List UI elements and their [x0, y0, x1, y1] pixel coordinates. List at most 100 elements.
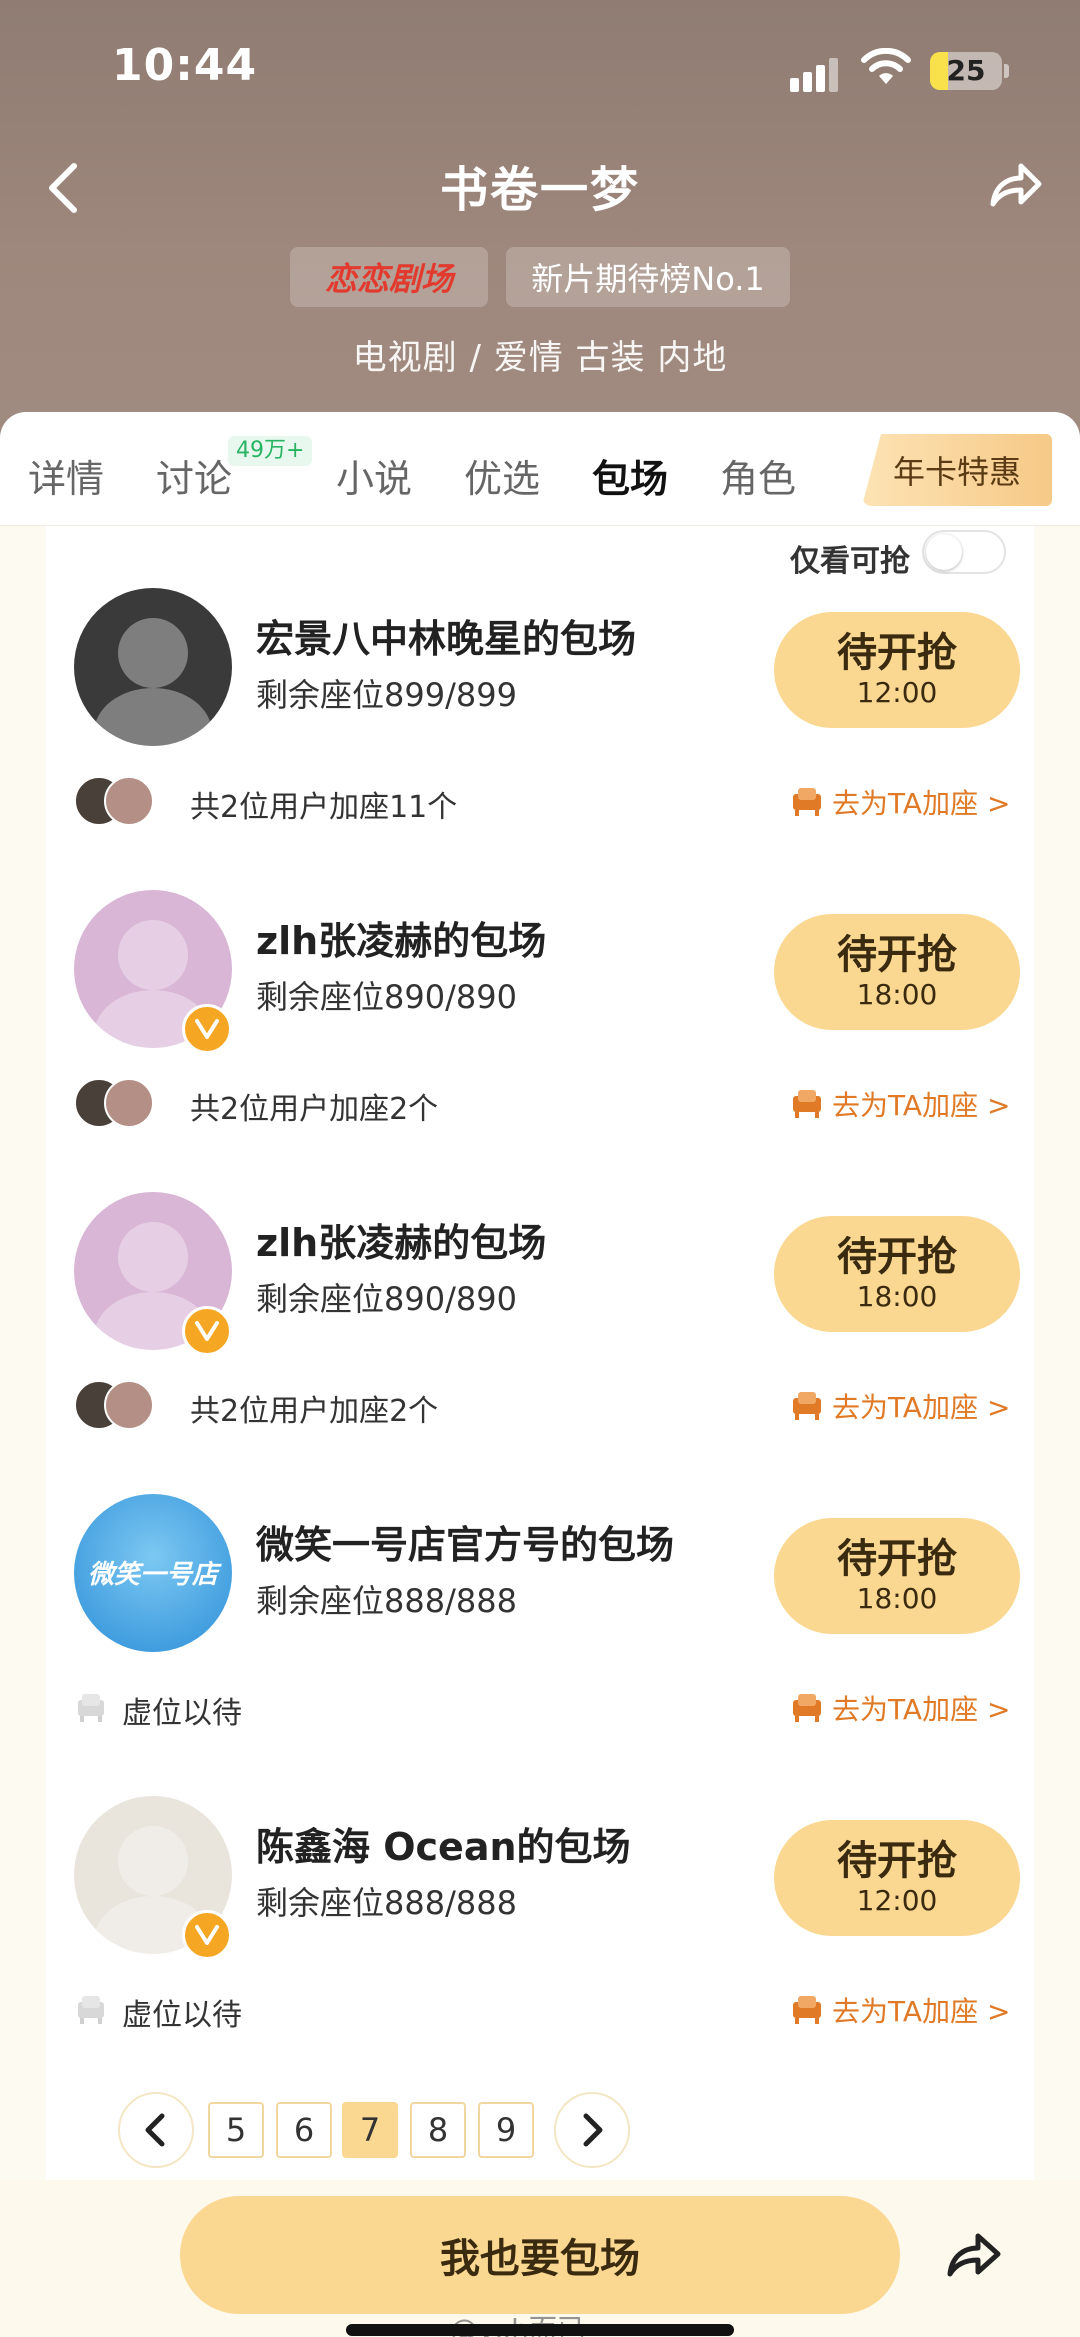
add-seat-link[interactable]: 去为TA加座 > — [832, 782, 1010, 822]
tab-private-screening[interactable]: 包场 — [592, 448, 668, 503]
signal-icon — [790, 56, 840, 92]
vacant-text: 虚位以待 — [122, 1998, 242, 2033]
mini-avatar — [104, 1078, 154, 1128]
seat-icon — [793, 1392, 821, 1420]
avatar-figure — [118, 920, 188, 990]
add-seat-link[interactable]: 去为TA加座 > — [832, 1688, 1010, 1728]
page-7[interactable]: 7 — [342, 2102, 398, 2158]
page-5[interactable]: 5 — [208, 2102, 264, 2158]
battery-tip — [1004, 64, 1009, 78]
avatar-figure — [118, 618, 188, 688]
home-indicator — [346, 2324, 734, 2336]
joined-user-avatars — [74, 1380, 154, 1432]
avatar-figure-body — [94, 688, 212, 746]
share-icon-bottom[interactable] — [944, 2228, 1004, 2282]
prev-page-button[interactable] — [118, 2092, 194, 2168]
vacant-text: 虚位以待 — [122, 1696, 242, 1731]
remaining-seats: 剩余座位888/888 — [256, 1582, 517, 1620]
grab-seat-button[interactable]: 待开抢 12:00 — [774, 612, 1020, 728]
user-avatar[interactable] — [74, 588, 232, 746]
avatar-figure — [118, 1826, 188, 1896]
battery-level: 25 — [946, 54, 986, 87]
grab-status: 待开抢 — [837, 1838, 957, 1884]
pagination: 5 6 7 8 9 — [46, 2090, 1034, 2170]
remaining-seats: 剩余座位888/888 — [256, 1884, 517, 1922]
grab-time: 18:00 — [856, 1280, 938, 1313]
grab-seat-button[interactable]: 待开抢 18:00 — [774, 914, 1020, 1030]
page-6[interactable]: 6 — [276, 2102, 332, 2158]
wifi-icon — [861, 48, 911, 84]
grab-seat-button[interactable]: 待开抢 12:00 — [774, 1820, 1020, 1936]
page-9[interactable]: 9 — [478, 2102, 534, 2158]
screening-name[interactable]: zlh张凌赫的包场 — [256, 1212, 546, 1267]
tab-discussion[interactable]: 讨论 — [156, 448, 232, 503]
add-seat-link[interactable]: 去为TA加座 > — [832, 1990, 1010, 2030]
screening-name[interactable]: 宏景八中林晚星的包场 — [256, 608, 636, 663]
joined-summary: 共2位用户加座11个 — [190, 790, 458, 825]
grab-time: 18:00 — [856, 1582, 938, 1615]
empty-seat-icon — [78, 1694, 104, 1722]
empty-seat-icon — [78, 1996, 104, 2024]
seat-icon — [793, 1694, 821, 1722]
status-time: 10:44 — [112, 40, 258, 91]
screening-name[interactable]: zlh张凌赫的包场 — [256, 910, 546, 965]
grab-status: 待开抢 — [837, 932, 957, 978]
annual-card-promo-tab[interactable]: 年卡特惠 — [862, 434, 1052, 506]
screening-card[interactable]: 陈鑫海 Ocean的包场 剩余座位888/888 待开抢 12:00 虚位以待 … — [46, 1734, 1034, 2034]
rank-tag[interactable]: 新片期待榜No.1 — [506, 247, 790, 307]
screening-card[interactable]: zlh张凌赫的包场 剩余座位890/890 待开抢 18:00 共2位用户加座2… — [46, 828, 1034, 1128]
grab-seat-button[interactable]: 待开抢 18:00 — [774, 1216, 1020, 1332]
remaining-seats: 剩余座位890/890 — [256, 978, 517, 1016]
discussion-count-badge: 49万+ — [228, 436, 313, 466]
grab-status: 待开抢 — [837, 630, 957, 676]
avatar-logo-text: 微笑一号店 — [87, 1560, 218, 1590]
chevron-left-icon — [145, 2113, 165, 2147]
next-page-button[interactable] — [554, 2092, 630, 2168]
page-title: 书卷一梦 — [439, 162, 640, 218]
tab-featured[interactable]: 优选 — [464, 448, 540, 503]
verified-badge-icon — [182, 1910, 232, 1960]
screening-card[interactable]: zlh张凌赫的包场 剩余座位890/890 待开抢 18:00 共2位用户加座2… — [46, 1130, 1034, 1430]
user-avatar[interactable]: 微笑一号店 — [74, 1494, 232, 1652]
tab-bar: 详情 讨论 49万+ 小说 优选 包场 角色 年卡特惠 — [0, 412, 1080, 526]
joined-summary: 共2位用户加座2个 — [190, 1092, 439, 1127]
create-screening-button[interactable]: 我也要包场 — [180, 2196, 900, 2314]
joined-user-avatars — [74, 1078, 154, 1130]
screening-name[interactable]: 微笑一号店官方号的包场 — [256, 1514, 674, 1569]
grab-status: 待开抢 — [837, 1536, 957, 1582]
share-icon[interactable] — [985, 158, 1045, 214]
grab-time: 12:00 — [856, 1884, 938, 1917]
mini-avatar — [104, 776, 154, 826]
battery-indicator: 25 — [930, 52, 1002, 90]
joined-user-avatars — [74, 776, 154, 828]
seat-icon — [793, 1090, 821, 1118]
add-seat-link[interactable]: 去为TA加座 > — [832, 1386, 1010, 1426]
verified-badge-icon — [182, 1306, 232, 1356]
tab-characters[interactable]: 角色 — [720, 448, 796, 503]
grab-time: 18:00 — [856, 978, 938, 1011]
remaining-seats: 剩余座位899/899 — [256, 676, 517, 714]
add-seat-link[interactable]: 去为TA加座 > — [832, 1084, 1010, 1124]
screening-card[interactable]: 微笑一号店 微笑一号店官方号的包场 剩余座位888/888 待开抢 18:00 … — [46, 1432, 1034, 1732]
tab-details[interactable]: 详情 — [28, 448, 104, 503]
joined-summary: 共2位用户加座2个 — [190, 1394, 439, 1429]
screening-name[interactable]: 陈鑫海 Ocean的包场 — [256, 1816, 631, 1871]
genre-line: 电视剧 / 爱情 古装 内地 — [352, 338, 728, 378]
status-bar: 10:44 25 — [0, 40, 1080, 110]
screening-card[interactable]: 宏景八中林晚星的包场 剩余座位899/899 待开抢 12:00 共2位用户加座… — [46, 526, 1034, 826]
brand-tag[interactable]: 恋恋剧场 — [290, 247, 488, 307]
bottom-action-bar: 我也要包场 @yxh而已 — [0, 2180, 1080, 2337]
chevron-right-icon — [583, 2113, 603, 2147]
grab-time: 12:00 — [856, 676, 938, 709]
grab-seat-button[interactable]: 待开抢 18:00 — [774, 1518, 1020, 1634]
mini-avatar — [104, 1380, 154, 1430]
screening-list: 仅看可抢 宏景八中林晚星的包场 剩余座位899/899 待开抢 12:00 共2… — [46, 526, 1034, 2186]
seat-icon — [793, 1996, 821, 2024]
tab-novel[interactable]: 小说 — [336, 448, 412, 503]
remaining-seats: 剩余座位890/890 — [256, 1280, 517, 1318]
seat-icon — [793, 788, 821, 816]
avatar-figure — [118, 1222, 188, 1292]
verified-badge-icon — [182, 1004, 232, 1054]
grab-status: 待开抢 — [837, 1234, 957, 1280]
page-8[interactable]: 8 — [410, 2102, 466, 2158]
